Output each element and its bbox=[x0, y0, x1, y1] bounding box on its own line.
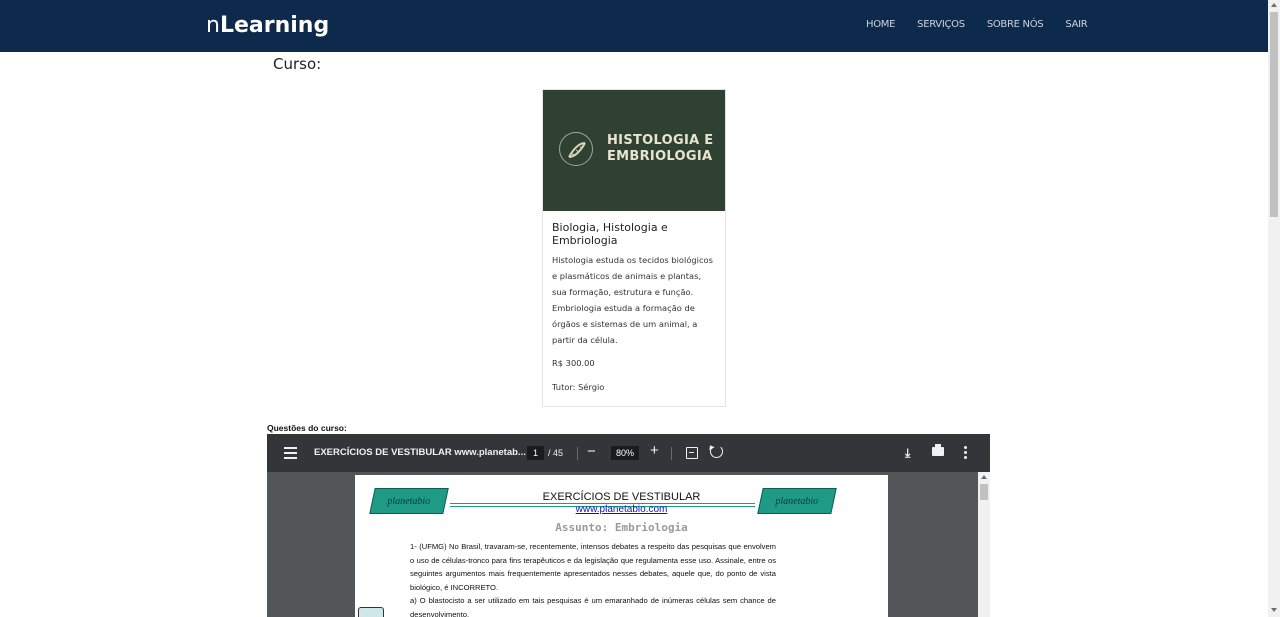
more-options-icon[interactable] bbox=[964, 446, 967, 461]
course-image: HISTOLOGIA E EMBRIOLOGIA bbox=[543, 90, 725, 211]
scroll-up-icon[interactable] bbox=[1271, 3, 1277, 7]
nav-logout-link[interactable]: SAIR bbox=[1065, 19, 1087, 30]
course-description: Histologia estuda os tecidos biológicos … bbox=[552, 255, 713, 345]
menu-icon[interactable] bbox=[284, 447, 297, 459]
scroll-down-icon[interactable] bbox=[1271, 608, 1277, 612]
pdf-paragraph: 1- (UFMG) No Brasil, travaram-se, recent… bbox=[410, 542, 776, 592]
brand-main: Learning bbox=[219, 13, 330, 38]
fit-page-icon[interactable] bbox=[686, 447, 698, 459]
nav-links: HOME SERVIÇOS SOBRE NÓS SAIR bbox=[866, 19, 1088, 30]
navbar: nLearning HOME SERVIÇOS SOBRE NÓS SAIR bbox=[0, 0, 1268, 52]
pdf-doc-link[interactable]: www.planetabio.com bbox=[355, 504, 888, 515]
course-title: Biologia, Histologia e Embriologia bbox=[552, 221, 668, 247]
pdf-viewer[interactable]: EXERCÍCIOS DE VESTIBULAR www.planetab...… bbox=[267, 434, 990, 617]
toolbar-divider bbox=[577, 447, 578, 460]
course-card[interactable]: HISTOLOGIA E EMBRIOLOGIA Biologia, Histo… bbox=[542, 89, 726, 407]
pdf-doc-title: EXERCÍCIOS DE VESTIBULAR bbox=[542, 491, 701, 503]
zoom-out-icon[interactable]: − bbox=[587, 443, 596, 460]
page: nLearning HOME SERVIÇOS SOBRE NÓS SAIR C… bbox=[0, 0, 1268, 617]
pdf-scrollbar[interactable] bbox=[978, 472, 990, 617]
toolbar-divider bbox=[671, 447, 672, 460]
print-icon[interactable] bbox=[932, 444, 944, 456]
pdf-zoom-input[interactable]: 80% bbox=[611, 446, 639, 460]
pdf-page-total: / 45 bbox=[548, 448, 564, 458]
scroll-up-icon[interactable] bbox=[981, 475, 987, 479]
browser-scroll-thumb[interactable] bbox=[1270, 12, 1278, 217]
course-image-title-line1: HISTOLOGIA E bbox=[607, 133, 714, 148]
nav-services-link[interactable]: SERVIÇOS bbox=[917, 19, 965, 30]
pdf-title: EXERCÍCIOS DE VESTIBULAR www.planetab... bbox=[314, 447, 526, 458]
pdf-scroll-thumb[interactable] bbox=[980, 484, 988, 500]
pdf-side-box bbox=[358, 607, 384, 617]
brand-logo[interactable]: nLearning bbox=[206, 13, 329, 38]
nav-home-link[interactable]: HOME bbox=[866, 19, 895, 30]
download-icon[interactable]: ⤓ bbox=[905, 446, 910, 461]
pdf-paragraph: a) O blastocisto a ser utilizado em tais… bbox=[410, 596, 776, 617]
questions-label: Questões do curso: bbox=[267, 423, 347, 433]
pdf-page-input[interactable]: 1 bbox=[527, 446, 544, 460]
pdf-toolbar: EXERCÍCIOS DE VESTIBULAR www.planetab...… bbox=[267, 434, 990, 472]
course-tutor: Tutor: Sérgio bbox=[552, 382, 605, 392]
course-image-title-line2: EMBRIOLOGIA bbox=[607, 149, 713, 164]
rotate-icon[interactable] bbox=[710, 445, 723, 458]
pdf-subject: Assunto: Embriologia bbox=[555, 521, 688, 534]
course-heading: Curso: bbox=[273, 55, 322, 73]
pdf-page: planetabio planetabio EXERCÍCIOS DE VEST… bbox=[355, 475, 888, 617]
browser-scrollbar[interactable] bbox=[1268, 0, 1280, 617]
course-price: R$ 300.00 bbox=[552, 358, 595, 368]
course-image-title: HISTOLOGIA E EMBRIOLOGIA bbox=[607, 133, 713, 165]
zoom-in-icon[interactable]: + bbox=[650, 442, 659, 459]
brand-prefix: n bbox=[206, 13, 220, 38]
nav-about-link[interactable]: SOBRE NÓS bbox=[987, 19, 1044, 30]
pdf-body-text: 1- (UFMG) No Brasil, travaram-se, recent… bbox=[410, 540, 776, 617]
dna-icon bbox=[559, 132, 593, 166]
